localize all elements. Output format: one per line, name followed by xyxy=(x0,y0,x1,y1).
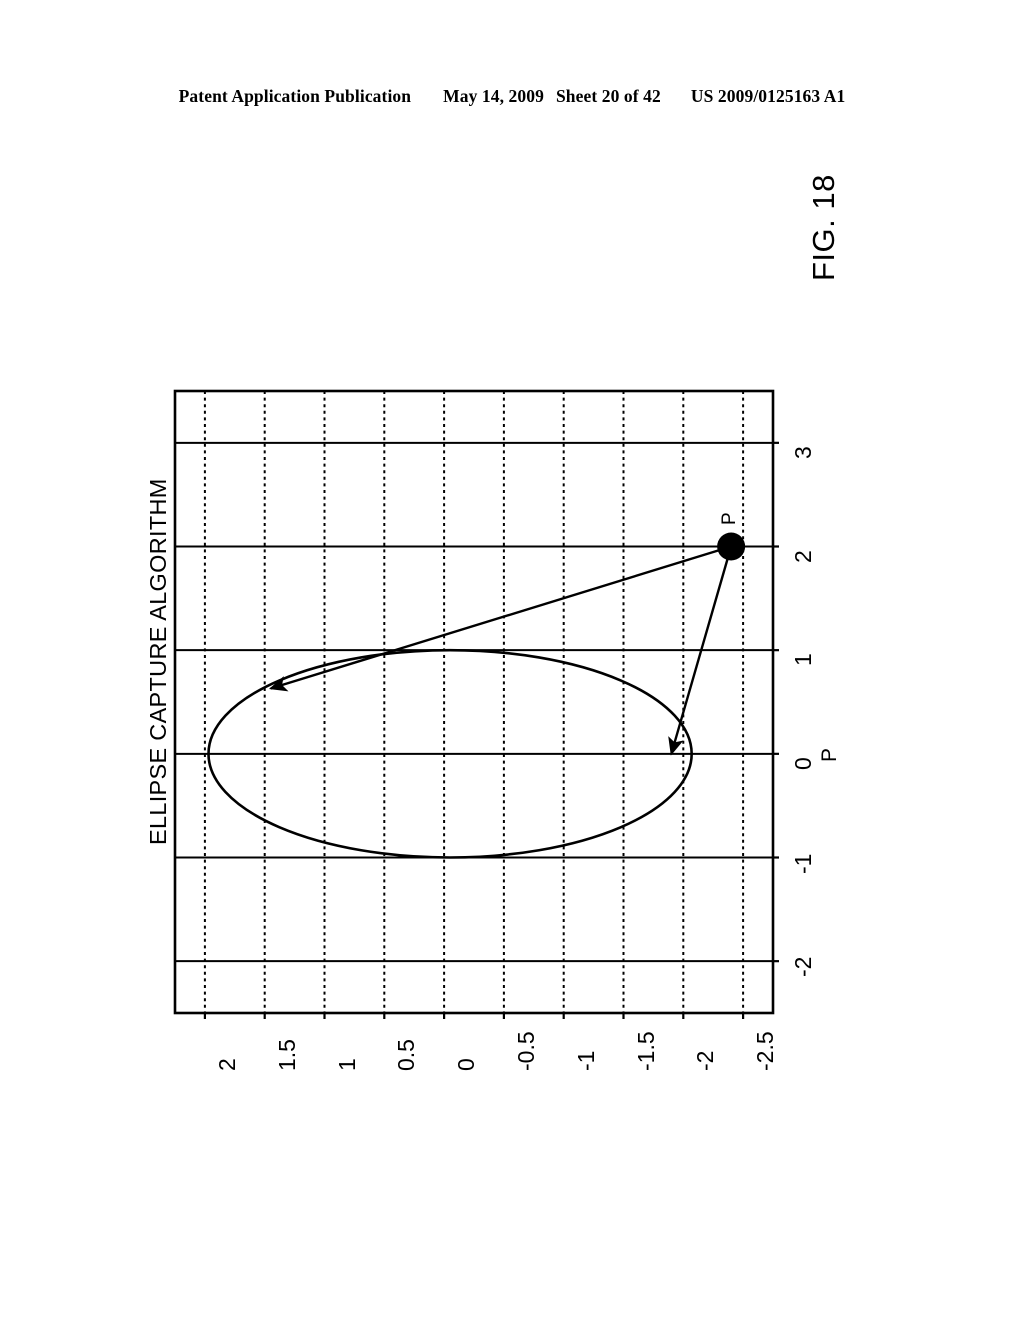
y-tick-label: 0 xyxy=(453,1058,480,1071)
data-layer xyxy=(207,532,746,859)
y-tick-label: 1.5 xyxy=(273,1039,300,1071)
y-tick-label: 1 xyxy=(333,1058,360,1071)
grid-minor-vertical xyxy=(203,391,745,1013)
x-tick-label: 3 xyxy=(790,446,816,459)
y-tick-label: 2 xyxy=(213,1058,240,1071)
y-tick-label: -1.5 xyxy=(632,1031,659,1071)
y-tick-label: -2 xyxy=(692,1050,719,1071)
point-marker-P xyxy=(717,532,746,561)
y-tick-label: -0.5 xyxy=(512,1031,539,1071)
chart-plot-area xyxy=(0,0,1024,1320)
point-label-P: P xyxy=(719,511,741,525)
axis-ticks xyxy=(203,441,779,1019)
x-tick-label: 0 xyxy=(790,757,816,770)
y-tick-label: 0.5 xyxy=(393,1039,420,1071)
y-tick-label: -1 xyxy=(572,1050,599,1071)
x-tick-label: 2 xyxy=(790,549,816,563)
x-tick-label: 1 xyxy=(790,653,816,667)
x-tick-label: -1 xyxy=(790,853,816,874)
x-axis-label: P xyxy=(818,747,841,762)
chart-svg xyxy=(173,389,779,1019)
y-tick-label: -2.5 xyxy=(752,1031,779,1071)
trajectory-arrow xyxy=(268,545,732,692)
x-tick-label: -2 xyxy=(790,956,816,978)
patent-figure-page: Patent Application Publication May 14, 2… xyxy=(0,0,1024,1320)
